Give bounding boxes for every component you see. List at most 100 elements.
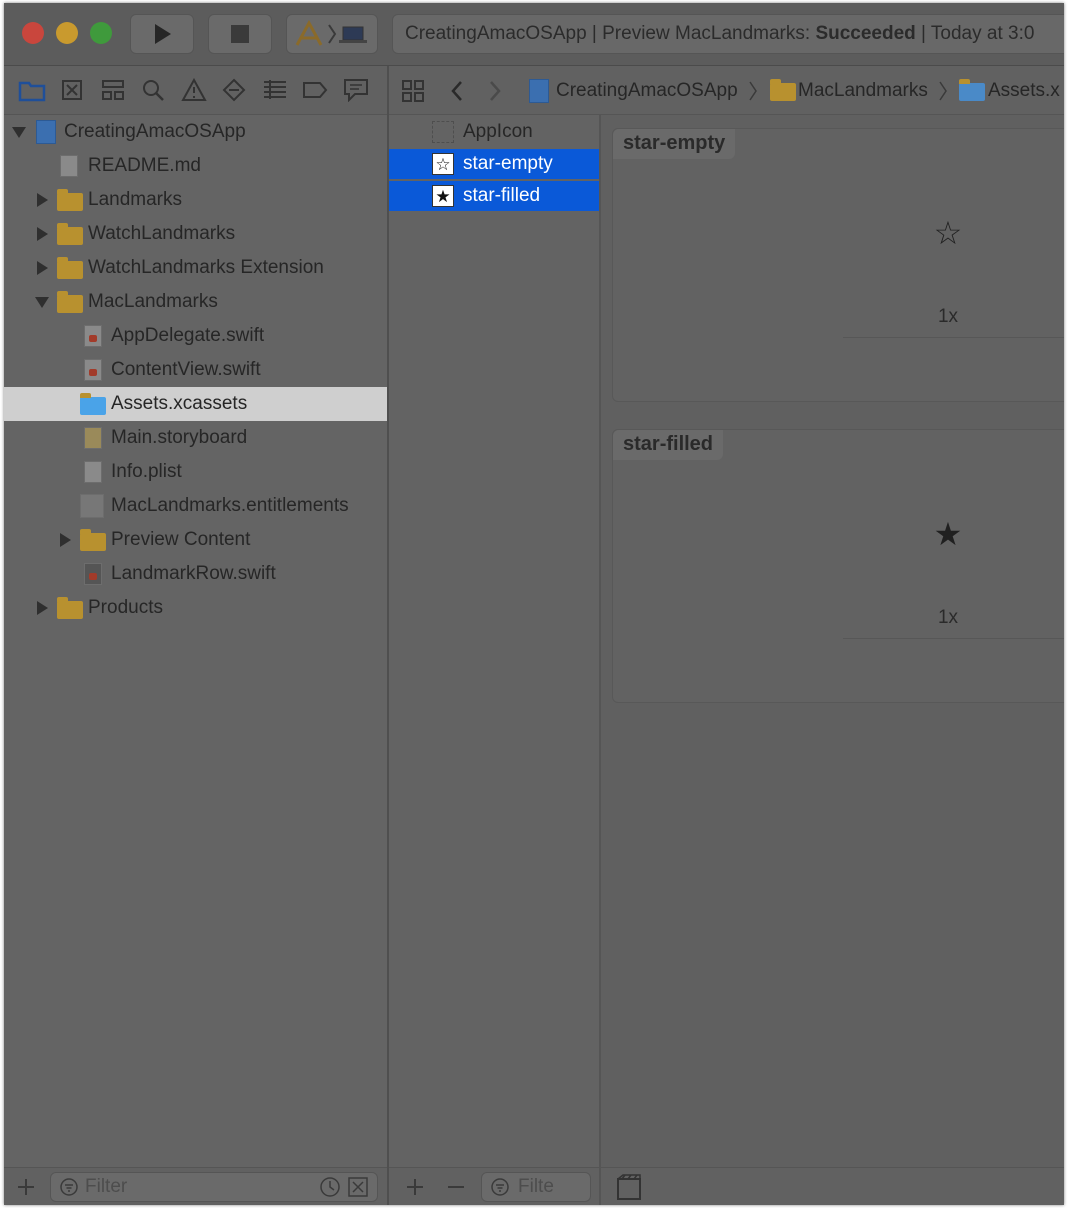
status-suffix: | Today at 3:0 — [915, 23, 1035, 44]
search-icon[interactable] — [139, 76, 167, 104]
folder-icon — [57, 597, 83, 619]
project-icon — [529, 79, 549, 103]
breadcrumb-group[interactable]: MacLandmarks — [798, 80, 928, 102]
status-prefix: CreatingAmacOSApp | Preview MacLandmarks… — [405, 23, 816, 44]
breadcrumb-file[interactable]: Assets.x — [988, 80, 1060, 102]
app-icon-placeholder-icon — [432, 121, 454, 143]
nav-item-appdelegate[interactable]: AppDelegate.swift — [4, 319, 387, 353]
image-set-star-empty[interactable]: star-empty ☆ 1x — [612, 128, 1064, 402]
asset-filter-field[interactable]: Filte — [481, 1172, 591, 1202]
warning-icon[interactable] — [180, 76, 208, 104]
report-icon[interactable] — [342, 76, 370, 104]
minimize-button[interactable] — [56, 22, 78, 44]
nav-item-label: WatchLandmarks Extension — [88, 257, 324, 278]
close-button[interactable] — [22, 22, 44, 44]
asset-item-star-filled[interactable]: ★ star-filled — [389, 181, 599, 211]
nav-item-main-storyboard[interactable]: Main.storyboard — [4, 421, 387, 455]
hierarchy-icon[interactable] — [99, 76, 127, 104]
related-items-icon[interactable] — [401, 79, 425, 103]
nav-item-label: LandmarkRow.swift — [111, 563, 276, 584]
nav-item-contentview[interactable]: ContentView.swift — [4, 353, 387, 387]
nav-item-readme[interactable]: README.md — [4, 149, 387, 183]
recent-files-icon[interactable] — [319, 1176, 341, 1198]
nav-item-info-plist[interactable]: Info.plist — [4, 455, 387, 489]
nav-item-watchlandmarks[interactable]: WatchLandmarks — [4, 217, 387, 251]
activity-status: CreatingAmacOSApp | Preview MacLandmarks… — [392, 14, 1064, 54]
disclosure-closed-icon[interactable] — [37, 227, 48, 241]
folder-icon — [770, 79, 796, 101]
nav-item-label: ContentView.swift — [111, 359, 261, 380]
storyboard-file-icon — [84, 427, 102, 449]
scale-label: 1x — [937, 607, 959, 628]
disclosure-open-icon[interactable] — [12, 127, 26, 138]
nav-item-maclandmarks[interactable]: MacLandmarks — [4, 285, 387, 319]
run-button[interactable] — [130, 14, 194, 54]
disclosure-closed-icon[interactable] — [37, 193, 48, 207]
asset-list-bottom-bar: Filte — [389, 1167, 599, 1205]
breadcrumb-separator-icon — [749, 81, 757, 101]
asset-item-star-empty[interactable]: ☆ star-empty — [389, 149, 599, 179]
nav-item-watchlandmarks-extension[interactable]: WatchLandmarks Extension — [4, 251, 387, 285]
star-filled-icon: ★ — [432, 185, 454, 207]
asset-item-appicon[interactable]: AppIcon — [389, 117, 599, 147]
nav-item-assets[interactable]: Assets.xcassets — [4, 387, 387, 421]
jump-bar: CreatingAmacOSApp MacLandmarks Assets.x — [389, 66, 1064, 115]
star-filled-icon[interactable]: ★ — [923, 518, 973, 550]
toolbar: CreatingAmacOSApp | Preview MacLandmarks… — [4, 3, 1064, 66]
remove-icon[interactable] — [446, 1177, 466, 1197]
filter-icon — [491, 1178, 509, 1196]
folder-icon — [57, 189, 83, 211]
breadcrumb-project[interactable]: CreatingAmacOSApp — [556, 80, 738, 102]
asset-catalog-icon — [959, 79, 985, 101]
asset-catalog-icon — [80, 393, 106, 415]
slot-divider — [843, 337, 1064, 338]
swift-file-icon — [84, 563, 102, 585]
source-control-filter-icon[interactable] — [347, 1176, 369, 1198]
disclosure-closed-icon[interactable] — [37, 261, 48, 275]
forward-icon[interactable] — [487, 80, 503, 102]
swift-file-icon — [84, 325, 102, 347]
show-slicing-icon[interactable] — [615, 1173, 645, 1201]
xcode-app-icon — [295, 19, 367, 46]
disclosure-closed-icon[interactable] — [37, 601, 48, 615]
folder-icon — [57, 223, 83, 245]
nav-item-entitlements[interactable]: MacLandmarks.entitlements — [4, 489, 387, 523]
folder-icon — [80, 529, 106, 551]
add-icon[interactable] — [16, 1177, 36, 1197]
breakpoint-icon[interactable] — [301, 76, 329, 104]
folder-icon — [57, 291, 83, 313]
folder-icon[interactable] — [18, 76, 46, 104]
nav-item-label: Info.plist — [111, 461, 182, 482]
add-icon[interactable] — [405, 1177, 425, 1197]
filter-icon — [60, 1178, 78, 1196]
nav-item-landmarks[interactable]: Landmarks — [4, 183, 387, 217]
nav-item-label: Products — [88, 597, 163, 618]
nav-item-label: Main.storyboard — [111, 427, 248, 448]
debug-icon[interactable] — [261, 76, 289, 104]
nav-item-preview-content[interactable]: Preview Content — [4, 523, 387, 557]
nav-item-label: Landmarks — [88, 189, 182, 210]
stop-button[interactable] — [208, 14, 272, 54]
disclosure-closed-icon[interactable] — [60, 533, 71, 547]
scheme-selector[interactable] — [286, 14, 378, 54]
test-icon[interactable] — [220, 76, 248, 104]
plist-file-icon — [84, 461, 102, 483]
navigator-filter-field[interactable]: Filter — [50, 1172, 378, 1202]
source-control-icon[interactable] — [58, 76, 86, 104]
asset-editor: star-empty ☆ 1x star-filled ★ 1x — [601, 115, 1064, 1167]
navigator-filter-bar: Filter — [4, 1167, 387, 1205]
image-set-star-filled[interactable]: star-filled ★ 1x — [612, 429, 1064, 703]
nav-item-label: Assets.xcassets — [111, 393, 248, 414]
nav-item-project[interactable]: CreatingAmacOSApp — [4, 115, 387, 149]
swift-file-icon — [84, 359, 102, 381]
asset-list: AppIcon ☆ star-empty ★ star-filled — [389, 115, 599, 1167]
star-empty-icon[interactable]: ☆ — [923, 217, 973, 249]
nav-item-label: CreatingAmacOSApp — [64, 121, 246, 142]
play-icon — [155, 24, 171, 44]
editor-bottom-bar — [601, 1167, 1064, 1205]
disclosure-open-icon[interactable] — [35, 297, 49, 308]
zoom-button[interactable] — [90, 22, 112, 44]
back-icon[interactable] — [449, 80, 465, 102]
nav-item-landmarkrow[interactable]: LandmarkRow.swift — [4, 557, 387, 591]
nav-item-products[interactable]: Products — [4, 591, 387, 625]
